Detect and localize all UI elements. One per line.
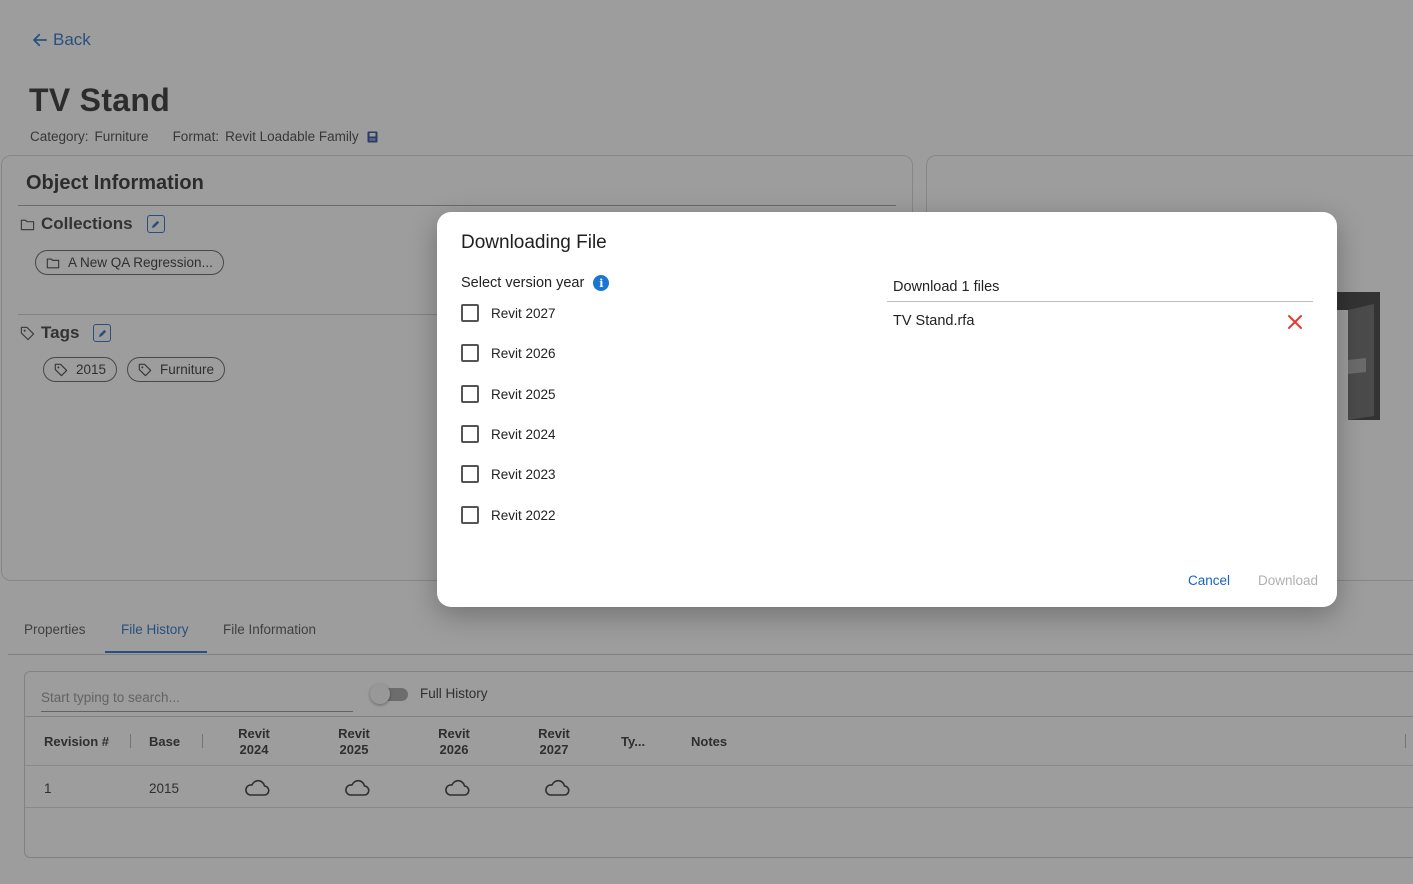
version-select-label: Select version year i (461, 275, 610, 291)
checkbox[interactable] (461, 385, 479, 403)
download-dialog: Downloading File Select version year i R… (437, 212, 1337, 607)
version-option-label: Revit 2027 (491, 305, 556, 321)
info-icon[interactable]: i (593, 275, 610, 291)
version-option-2024[interactable]: Revit 2024 (461, 425, 556, 443)
version-option-label: Revit 2026 (491, 345, 556, 361)
version-option-label: Revit 2024 (491, 426, 556, 442)
divider (887, 301, 1313, 302)
checkbox[interactable] (461, 506, 479, 524)
version-select-text: Select version year (461, 275, 585, 291)
version-option-label: Revit 2022 (491, 507, 556, 523)
checkbox[interactable] (461, 425, 479, 443)
version-option-2026[interactable]: Revit 2026 (461, 344, 556, 362)
version-option-label: Revit 2025 (491, 386, 556, 402)
download-button[interactable]: Download (1258, 573, 1318, 588)
version-option-2027[interactable]: Revit 2027 (461, 304, 556, 322)
checkbox[interactable] (461, 304, 479, 322)
remove-file-icon[interactable] (1285, 312, 1305, 332)
checkbox[interactable] (461, 465, 479, 483)
version-option-label: Revit 2023 (491, 466, 556, 482)
checkbox[interactable] (461, 344, 479, 362)
cancel-button[interactable]: Cancel (1188, 573, 1230, 588)
version-option-2023[interactable]: Revit 2023 (461, 465, 556, 483)
download-count-header: Download 1 files (893, 279, 1000, 295)
dialog-title: Downloading File (461, 232, 607, 253)
version-option-2025[interactable]: Revit 2025 (461, 385, 556, 403)
version-option-2022[interactable]: Revit 2022 (461, 506, 556, 524)
download-file-name: TV Stand.rfa (893, 313, 975, 329)
